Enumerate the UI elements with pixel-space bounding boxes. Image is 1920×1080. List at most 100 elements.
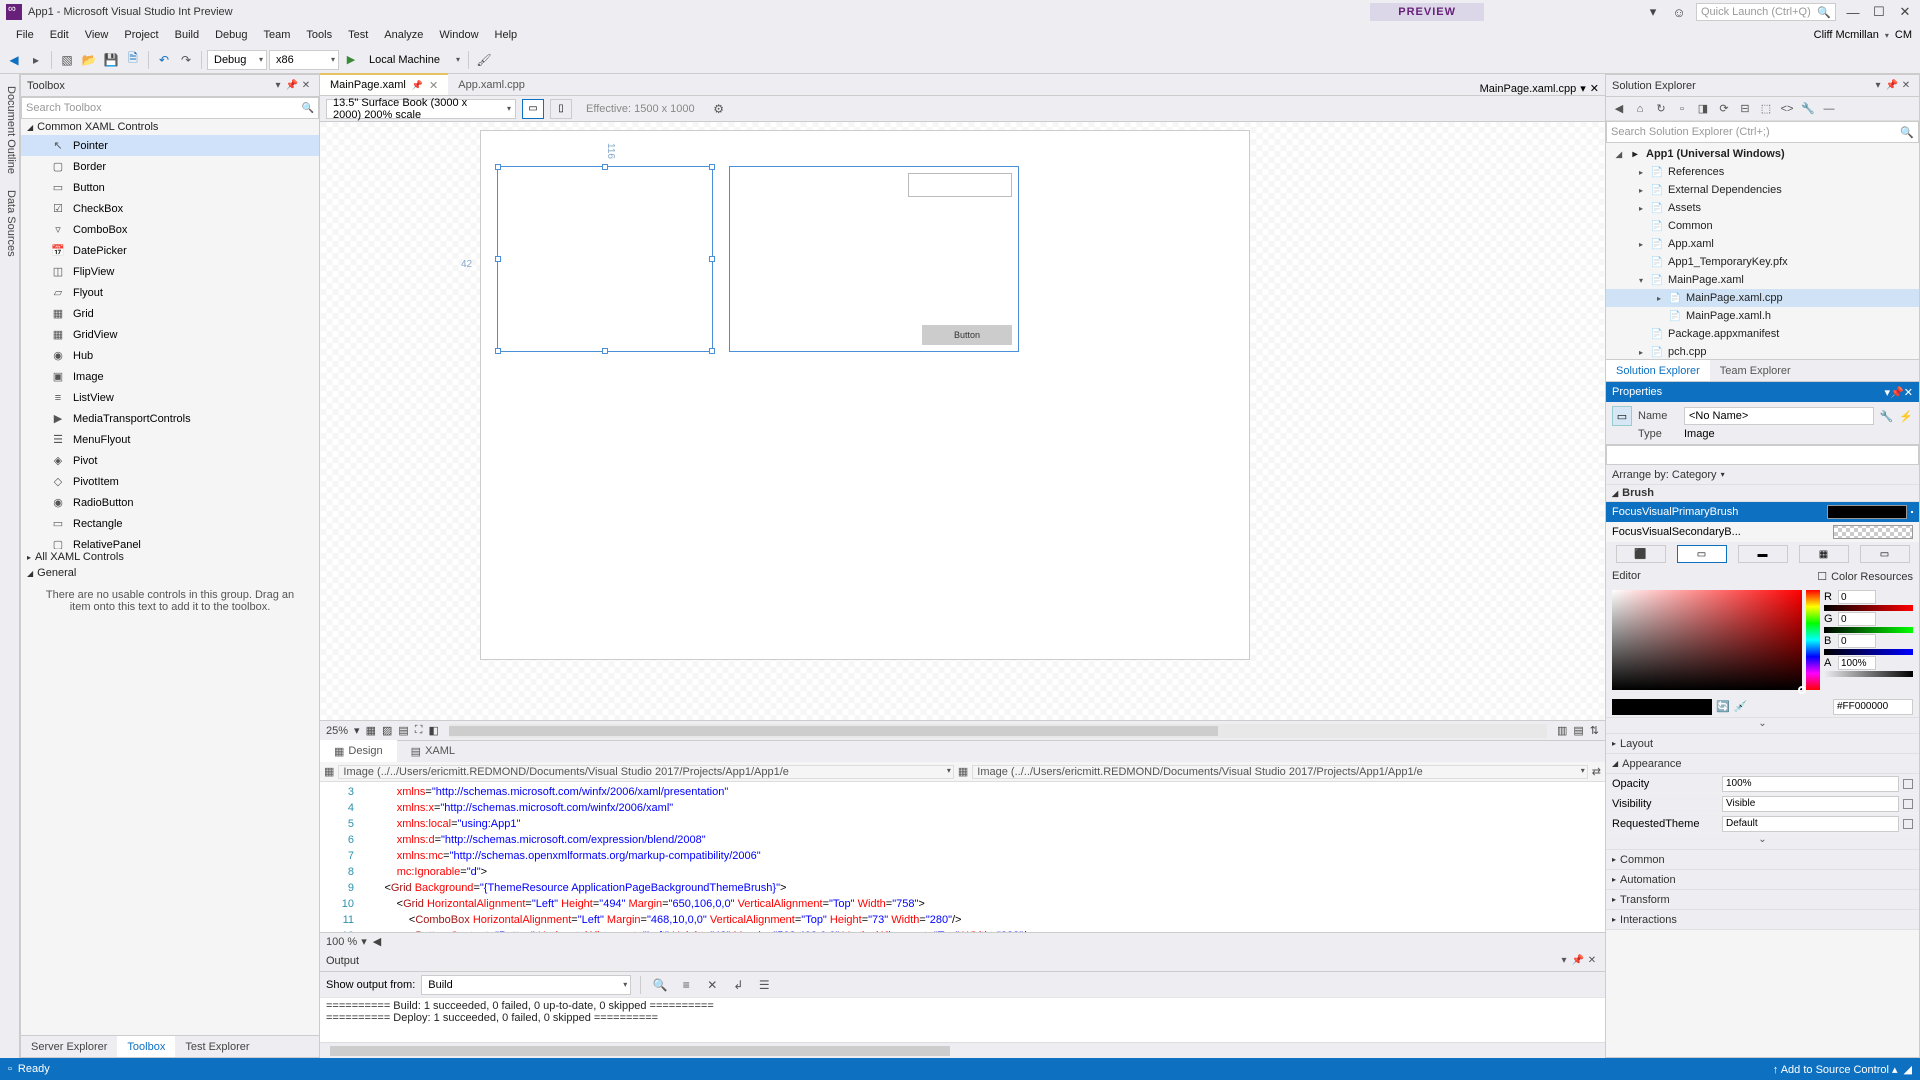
layout-category[interactable]: ▸Layout xyxy=(1606,734,1919,754)
swap-icon[interactable]: 🔄 xyxy=(1716,700,1730,713)
close-button[interactable]: ✕ xyxy=(1896,4,1914,20)
doc-tab-right[interactable]: MainPage.xaml.cpp xyxy=(1480,83,1577,95)
doc-tab-appxaml[interactable]: App.xaml.cpp xyxy=(448,73,535,95)
tree-item[interactable]: 📄Package.appxmanifest xyxy=(1606,325,1919,343)
design-grid-element[interactable]: Button xyxy=(729,166,1019,352)
home-icon[interactable]: ⌂ xyxy=(1631,100,1649,118)
dropdown-icon[interactable]: ▾ xyxy=(1871,80,1885,91)
nav-back-icon[interactable]: ◀ xyxy=(4,50,24,70)
pin-icon[interactable]: 📌 xyxy=(285,80,299,91)
tree-item[interactable]: ▾📄MainPage.xaml xyxy=(1606,271,1919,289)
toolbox-item-flyout[interactable]: ▱Flyout xyxy=(21,282,319,303)
events-icon[interactable]: ⚡ xyxy=(1899,410,1913,423)
notifications-icon[interactable]: ▾ xyxy=(1644,4,1662,20)
snap2-icon[interactable]: ◧ xyxy=(428,724,438,737)
toolbox-group-common[interactable]: ◢Common XAML Controls xyxy=(21,119,319,135)
split-v-icon[interactable]: ▤ xyxy=(1573,724,1583,737)
tree-item[interactable]: ▸📄References xyxy=(1606,163,1919,181)
close-icon[interactable]: ✕ xyxy=(429,79,438,92)
sync-icon[interactable]: ↻ xyxy=(1652,100,1670,118)
grid2-icon[interactable]: ▨ xyxy=(382,724,392,737)
toolbox-item-listview[interactable]: ≡ListView xyxy=(21,387,319,408)
toolbox-item-hub[interactable]: ◉Hub xyxy=(21,345,319,366)
tab-document-outline[interactable]: Document Outline xyxy=(0,80,19,180)
resize-grip-icon[interactable]: ◢ xyxy=(1904,1063,1912,1076)
expand-toggle[interactable]: ⌄ xyxy=(1606,834,1919,850)
pin-icon[interactable]: 📌 xyxy=(1890,386,1904,399)
toolbox-item-button[interactable]: ▭Button xyxy=(21,177,319,198)
common-category[interactable]: ▸Common xyxy=(1606,850,1919,870)
open-icon[interactable]: 📂 xyxy=(79,50,99,70)
gear-icon[interactable]: ⚙ xyxy=(709,99,729,119)
b-input[interactable] xyxy=(1838,634,1876,648)
close-icon[interactable]: ✕ xyxy=(1590,82,1599,95)
platform-dropdown[interactable]: x86 xyxy=(269,50,339,70)
fit-icon[interactable]: ⛶ xyxy=(415,724,423,737)
save-icon[interactable]: 💾 xyxy=(101,50,121,70)
toolbox-item-mediatransportcontrols[interactable]: ▶MediaTransportControls xyxy=(21,408,319,429)
dropdown-icon[interactable]: ▾ xyxy=(1557,955,1571,966)
color-square[interactable] xyxy=(1612,590,1802,690)
toolbox-item-combobox[interactable]: ▿ComboBox xyxy=(21,219,319,240)
xaml-tab[interactable]: ▤XAML xyxy=(397,740,469,762)
toolbox-item-menuflyout[interactable]: ☰MenuFlyout xyxy=(21,429,319,450)
toolbox-item-pivot[interactable]: ◈Pivot xyxy=(21,450,319,471)
sync-icon[interactable]: ⇄ xyxy=(1592,765,1601,778)
output-text[interactable]: ========== Build: 1 succeeded, 0 failed,… xyxy=(320,998,1605,1042)
quick-launch-input[interactable]: Quick Launch (Ctrl+Q)🔍 xyxy=(1696,3,1836,21)
device-dropdown[interactable]: 13.5" Surface Book (3000 x 2000) 200% sc… xyxy=(326,99,516,119)
menu-file[interactable]: File xyxy=(8,29,42,41)
doc-tab-mainpage[interactable]: MainPage.xaml 📌 ✕ xyxy=(320,73,448,95)
opacity-input[interactable] xyxy=(1722,776,1899,792)
theme-dropdown[interactable] xyxy=(1722,816,1899,832)
menu-test[interactable]: Test xyxy=(340,29,376,41)
automation-category[interactable]: ▸Automation xyxy=(1606,870,1919,890)
list-icon[interactable]: ☰ xyxy=(754,975,774,995)
hex-input[interactable] xyxy=(1833,699,1913,715)
menu-edit[interactable]: Edit xyxy=(42,29,77,41)
name-input[interactable] xyxy=(1684,407,1874,425)
toolbox-group-all[interactable]: ▸All XAML Controls xyxy=(21,549,319,565)
toolbox-item-grid[interactable]: ▦Grid xyxy=(21,303,319,324)
menu-build[interactable]: Build xyxy=(167,29,207,41)
code-icon[interactable]: <> xyxy=(1778,100,1796,118)
tree-item[interactable]: 📄Common xyxy=(1606,217,1919,235)
tab-test-explorer[interactable]: Test Explorer xyxy=(175,1036,259,1057)
hue-slider[interactable] xyxy=(1806,590,1820,690)
toolbox-item-border[interactable]: ▢Border xyxy=(21,156,319,177)
tool-icon[interactable]: 🖌 xyxy=(474,50,494,70)
properties-search-input[interactable] xyxy=(1606,445,1919,465)
find-icon[interactable]: 🔍 xyxy=(650,975,670,995)
new-icon[interactable]: ▫ xyxy=(1673,100,1691,118)
design-tab[interactable]: ▦Design xyxy=(320,740,397,762)
eyedropper-icon[interactable]: 💉 xyxy=(1734,700,1748,713)
close-icon[interactable]: ✕ xyxy=(1899,80,1913,91)
play-icon[interactable]: ▶ xyxy=(341,50,361,70)
dropdown-icon[interactable]: ▾ xyxy=(271,80,285,91)
show-icon[interactable]: ◨ xyxy=(1694,100,1712,118)
wrap-icon[interactable]: ↲ xyxy=(728,975,748,995)
color-picker[interactable]: R G B A xyxy=(1606,586,1919,696)
run-target-dropdown[interactable]: Local Machine xyxy=(363,50,463,70)
wrench-icon[interactable]: 🔧 xyxy=(1880,410,1894,423)
tile-tab[interactable]: ▦ xyxy=(1799,545,1849,563)
visibility-dropdown[interactable] xyxy=(1722,796,1899,812)
redo-icon[interactable]: ↷ xyxy=(176,50,196,70)
a-input[interactable] xyxy=(1838,656,1876,670)
designer-surface[interactable]: 116 42 Button xyxy=(320,122,1605,720)
clear-icon[interactable]: ✕ xyxy=(702,975,722,995)
more-icon[interactable]: — xyxy=(1820,100,1838,118)
toolbox-item-relativepanel[interactable]: ▢RelativePanel xyxy=(21,534,319,549)
new-project-icon[interactable]: ▧ xyxy=(57,50,77,70)
maximize-button[interactable]: ☐ xyxy=(1870,4,1888,20)
config-dropdown[interactable]: Debug xyxy=(207,50,267,70)
tab-server-explorer[interactable]: Server Explorer xyxy=(21,1036,117,1057)
code-lines[interactable]: xmlns="http://schemas.microsoft.com/winf… xyxy=(360,782,1605,932)
tab-team-explorer[interactable]: Team Explorer xyxy=(1710,360,1801,381)
nav-fwd-icon[interactable]: ▸ xyxy=(26,50,46,70)
menu-help[interactable]: Help xyxy=(487,29,526,41)
r-input[interactable] xyxy=(1838,590,1876,604)
tab-toolbox[interactable]: Toolbox xyxy=(117,1036,175,1057)
toolbox-item-flipview[interactable]: ◫FlipView xyxy=(21,261,319,282)
g-input[interactable] xyxy=(1838,612,1876,626)
